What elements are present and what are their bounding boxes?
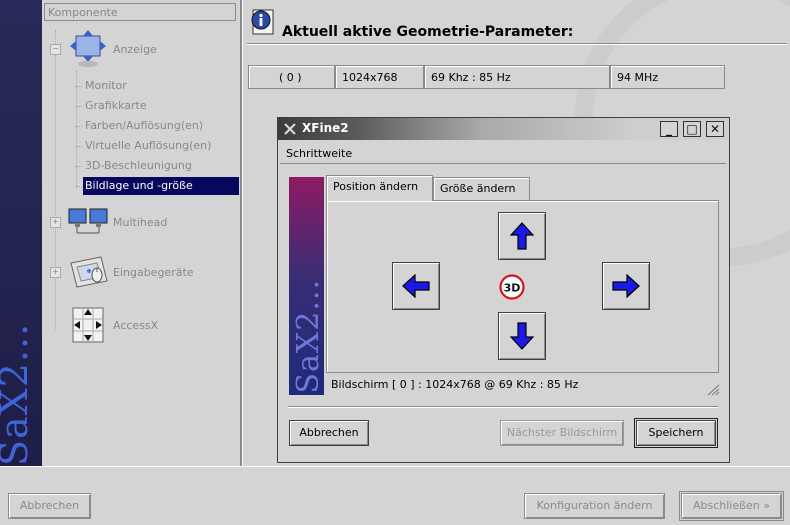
move-left-button[interactable]	[392, 262, 440, 310]
dialog-title: XFine2	[302, 121, 349, 135]
tree-guide-line	[76, 146, 82, 147]
divider	[288, 406, 718, 408]
banner-logo-text: SaX2...	[291, 278, 324, 394]
bottom-bar: Abbrechen Konfiguration ändern Abschließ…	[0, 466, 790, 525]
finish-button[interactable]: Abschließen »	[679, 491, 784, 521]
input-devices-icon	[70, 256, 108, 288]
next-screen-button[interactable]: Nächster Bildschirm	[500, 420, 624, 446]
tree-guide-line	[76, 70, 77, 188]
info-icon	[251, 9, 274, 35]
tree-guide-line	[76, 166, 82, 167]
dialog-cancel-button[interactable]: Abbrechen	[289, 420, 369, 446]
side-banner: SaX2...	[289, 177, 324, 395]
save-button[interactable]: Speichern	[634, 418, 718, 448]
3d-badge-label: 3D	[504, 282, 521, 295]
app-x-icon	[284, 123, 296, 135]
collapse-icon[interactable]: −	[50, 43, 61, 55]
tree-item-grafikkarte[interactable]: Grafikkarte	[83, 97, 239, 115]
dialog-titlebar[interactable]: XFine2 _ □ ✕	[278, 118, 729, 140]
accessx-icon	[72, 307, 104, 343]
tab-position[interactable]: Position ändern	[326, 175, 433, 201]
arrow-down-icon	[510, 322, 534, 350]
tree-node-label: AccessX	[113, 318, 159, 332]
arrow-right-icon	[612, 274, 640, 298]
xfine2-dialog: XFine2 _ □ ✕ Schrittweite SaX2... Positi…	[277, 117, 730, 463]
param-frequency: 69 Khz : 85 Hz	[424, 65, 610, 89]
3d-badge-icon: 3D	[499, 274, 525, 300]
arrow-up-icon	[510, 222, 534, 250]
expand-icon[interactable]: +	[50, 216, 61, 228]
brand-logo-text: SaX2...	[0, 322, 36, 466]
minimize-button[interactable]: _	[660, 121, 678, 137]
maximize-button[interactable]: □	[683, 121, 701, 137]
param-pixel-clock: 94 MHz	[610, 65, 725, 89]
display-icon	[70, 30, 106, 67]
change-configuration-button[interactable]: Konfiguration ändern	[524, 493, 665, 519]
move-down-button[interactable]	[498, 312, 546, 360]
tree-item-3d-beschleunigung[interactable]: 3D-Beschleunigung	[83, 157, 239, 175]
brand-strip: SaX2...	[0, 0, 42, 470]
tree-guide-line	[76, 186, 82, 187]
tree-header: Komponente	[44, 3, 236, 21]
page-heading: Aktuell aktive Geometrie-Parameter:	[282, 24, 574, 40]
divider	[247, 43, 787, 45]
menu-schrittweite[interactable]: Schrittweite	[286, 147, 352, 160]
param-resolution: 1024x768	[335, 65, 424, 89]
tree-guide-line	[76, 106, 82, 107]
tree-node-eingabegeraete[interactable]: + Eingabegeräte	[50, 253, 194, 291]
move-right-button[interactable]	[602, 262, 650, 310]
cancel-button[interactable]: Abbrechen	[8, 493, 91, 519]
menubar: Schrittweite	[280, 145, 726, 164]
maximize-icon: □	[686, 122, 698, 136]
tree-guide-line	[76, 86, 82, 87]
tree-node-multihead[interactable]: + Multihead	[50, 203, 167, 241]
tab-size[interactable]: Größe ändern	[433, 177, 530, 201]
tree-node-label: Multihead	[113, 215, 168, 229]
tree-item-bildlage[interactable]: Bildlage und -größe	[83, 177, 239, 195]
tree-item-virtuelle-aufloesung[interactable]: Virtuelle Auflösung(en)	[83, 137, 239, 155]
tree-item-farben[interactable]: Farben/Auflösung(en)	[83, 117, 239, 135]
tree-node-accessx[interactable]: AccessX	[50, 306, 158, 344]
tree-node-label: Anzeige	[113, 42, 157, 56]
multihead-icon	[68, 208, 108, 234]
component-tree: Komponente − Anzeige Monitor Grafikkarte…	[42, 0, 242, 466]
tree-node-anzeige[interactable]: − Anzeige	[50, 30, 157, 68]
close-icon: ✕	[709, 122, 721, 136]
tree-item-monitor[interactable]: Monitor	[83, 77, 239, 95]
close-button[interactable]: ✕	[706, 121, 724, 137]
expand-icon[interactable]: +	[50, 266, 61, 278]
screen-status: Bildschirm [ 0 ] : 1024x768 @ 69 Khz : 8…	[331, 378, 579, 391]
tree-guide-line	[76, 126, 82, 127]
minimize-icon: _	[666, 122, 672, 136]
tree-node-label: Eingabegeräte	[113, 265, 194, 279]
move-up-button[interactable]	[498, 212, 546, 260]
tab-panel-position: 3D	[326, 200, 719, 373]
arrow-left-icon	[402, 274, 430, 298]
param-screen-index: ( 0 )	[248, 65, 335, 89]
resize-grip-icon[interactable]	[706, 384, 720, 396]
geometry-parameter-row: ( 0 ) 1024x768 69 Khz : 85 Hz 94 MHz	[248, 65, 725, 91]
